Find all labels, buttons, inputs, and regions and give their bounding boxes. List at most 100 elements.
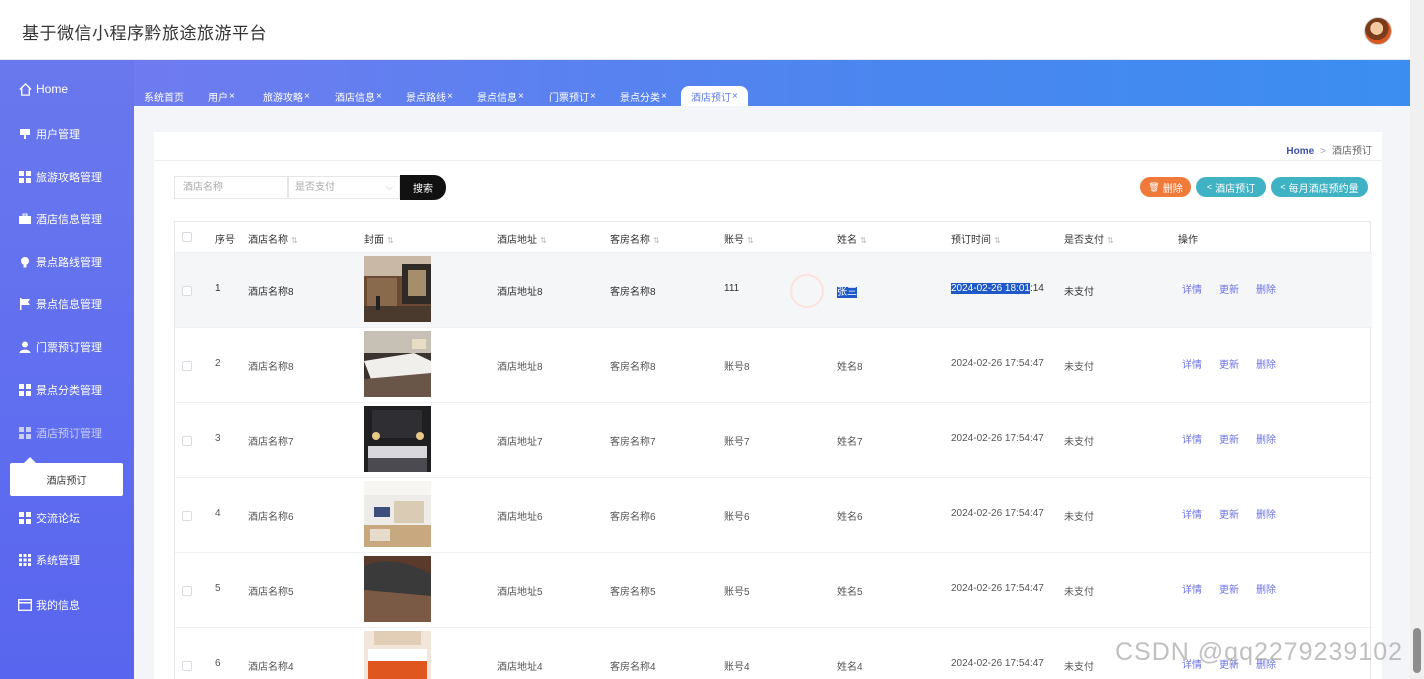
delete-button[interactable]: 🗑 删除 [1140,177,1191,197]
table-row[interactable]: 2 酒店名称8 酒店地址8 客房名称8 账号8 姓名8 2024-02-26 1… [175,328,1372,403]
paid-status-select[interactable]: 是否支付 ⌵ [288,176,400,199]
tab-label: 门票预订 [549,92,589,104]
sidebar-item-hotel-info[interactable]: 酒店信息管理 [0,204,134,234]
cell-no: 4 [215,508,221,519]
tab-hotel-booking[interactable]: 酒店预订 × [681,86,748,106]
tab-home[interactable]: 系统首页 [141,86,187,106]
hotel-booking-button[interactable]: < 酒店预订 [1196,177,1266,197]
sidebar-item-home[interactable]: Home [0,74,134,104]
scrollbar-thumb[interactable] [1413,628,1421,673]
tab-tickets[interactable]: 门票预订 × [546,86,599,106]
button-label: 删除 [1162,183,1183,195]
tab-guides[interactable]: 旅游攻略 × [260,86,313,106]
sidebar-item-routes[interactable]: 景点路线管理 [0,247,134,277]
cell-account: 111 [724,283,740,294]
update-link[interactable]: 更新 [1219,431,1239,446]
sidebar-item-users[interactable]: 用户管理 [0,119,134,149]
close-icon[interactable]: × [661,91,667,102]
header-time[interactable]: 预订时间 ⇅ [951,231,1001,246]
header-room[interactable]: 客房名称 ⇅ [610,231,660,246]
tab-categories[interactable]: 景点分类 × [617,86,670,106]
cell-address: 酒店地址8 [497,287,543,298]
update-link[interactable]: 更新 [1219,281,1239,296]
monthly-bookings-button[interactable]: < 每月酒店预约量 [1271,177,1368,197]
delete-link[interactable]: 删除 [1256,431,1276,446]
update-link[interactable]: 更新 [1219,581,1239,596]
sidebar-subitem-hotel-booking[interactable]: 酒店预订 [10,457,123,496]
update-link[interactable]: 更新 [1219,356,1239,371]
row-checkbox[interactable] [182,436,192,446]
delete-link[interactable]: 删除 [1256,356,1276,371]
sort-icon[interactable]: ⇅ [291,236,298,245]
table-row[interactable]: 4 酒店名称6 酒店地址6 客房名称6 账号6 姓名6 2024-02-26 1… [175,478,1372,553]
sidebar-item-tickets[interactable]: 门票预订管理 [0,332,134,362]
close-icon[interactable]: × [732,91,738,102]
header-label: 客房名称 [610,235,650,246]
select-all-checkbox[interactable] [182,232,192,242]
header-hotel-name[interactable]: 酒店名称 ⇅ [248,231,298,246]
tab-routes[interactable]: 景点路线 × [403,86,456,106]
avatar[interactable] [1364,17,1392,45]
details-link[interactable]: 详情 [1182,431,1202,446]
sort-icon[interactable]: ⇅ [994,236,1001,245]
breadcrumb-separator: > [1320,146,1326,157]
close-icon[interactable]: × [590,91,596,102]
table-row[interactable]: 1 酒店名称8 酒店地址8 客房名称8 111 张三 2024-02-26 18… [175,253,1372,328]
sort-icon[interactable]: ⇅ [747,236,754,245]
close-icon[interactable]: × [229,91,235,102]
header-label: 姓名 [837,235,857,246]
delete-link[interactable]: 删除 [1256,581,1276,596]
sidebar-item-hotel-booking[interactable]: 酒店预订管理 [0,418,134,448]
header-label: 序号 [215,235,235,246]
cell-time: 2024-02-26 18:01:14 [951,283,1044,294]
sidebar-item-guides[interactable]: 旅游攻略管理 [0,162,134,192]
delete-link[interactable]: 删除 [1256,281,1276,296]
row-checkbox[interactable] [182,511,192,521]
search-button[interactable]: 搜索 [400,175,446,200]
details-link[interactable]: 详情 [1182,581,1202,596]
cell-paid: 未支付 [1064,662,1094,673]
close-icon[interactable]: × [304,91,310,102]
delete-link[interactable]: 删除 [1256,506,1276,521]
table-row[interactable]: 5 酒店名称5 酒店地址5 客房名称5 账号5 姓名5 2024-02-26 1… [175,553,1372,628]
tab-users[interactable]: 用户 × [205,86,238,106]
tab-hotel-info[interactable]: 酒店信息 × [332,86,385,106]
close-icon[interactable]: × [518,91,524,102]
cell-room: 客房名称7 [610,437,656,448]
sort-icon[interactable]: ⇅ [540,236,547,245]
details-link[interactable]: 详情 [1182,281,1202,296]
row-checkbox[interactable] [182,586,192,596]
close-icon[interactable]: × [376,91,382,102]
sidebar-item-forum[interactable]: 交流论坛 [0,503,134,533]
row-checkbox[interactable] [182,361,192,371]
details-link[interactable]: 详情 [1182,356,1202,371]
update-link[interactable]: 更新 [1219,506,1239,521]
cell-name: 姓名6 [837,512,863,523]
sidebar-item-my-info[interactable]: 我的信息 [0,590,134,620]
table-row[interactable]: 3 酒店名称7 酒店地址7 客房名称7 账号7 姓名7 2024-02-26 1… [175,403,1372,478]
row-checkbox[interactable] [182,286,192,296]
header-name[interactable]: 姓名 ⇅ [837,231,867,246]
sidebar-item-spots[interactable]: 景点信息管理 [0,289,134,319]
sort-icon[interactable]: ⇅ [387,236,394,245]
cell-room: 客房名称4 [610,662,656,673]
breadcrumb-home[interactable]: Home [1286,146,1314,157]
sort-icon[interactable]: ⇅ [860,236,867,245]
row-checkbox[interactable] [182,661,192,671]
sidebar-item-system[interactable]: 系统管理 [0,545,134,575]
cell-paid: 未支付 [1064,512,1094,523]
header-address[interactable]: 酒店地址 ⇅ [497,231,547,246]
page-scrollbar[interactable] [1410,0,1424,679]
sidebar-item-categories[interactable]: 景点分类管理 [0,375,134,405]
header-paid[interactable]: 是否支付 ⇅ [1064,231,1114,246]
button-label: 酒店预订 [1215,183,1256,195]
details-link[interactable]: 详情 [1182,506,1202,521]
sort-icon[interactable]: ⇅ [1107,236,1114,245]
sort-icon[interactable]: ⇅ [653,236,660,245]
hotel-name-search-input[interactable]: 酒店名称 [174,176,288,199]
header-account[interactable]: 账号 ⇅ [724,231,754,246]
header-cover[interactable]: 封面 ⇅ [364,231,394,246]
close-icon[interactable]: × [447,91,453,102]
tab-spots[interactable]: 景点信息 × [474,86,527,106]
grid-icon [17,425,33,441]
